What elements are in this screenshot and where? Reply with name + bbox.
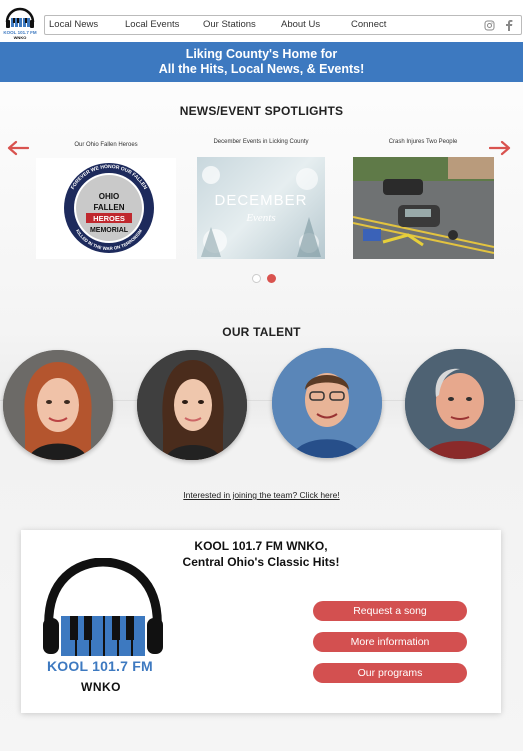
station-title-line-1: KOOL 101.7 FM WNKO, bbox=[194, 539, 328, 553]
facebook-icon[interactable] bbox=[503, 18, 515, 32]
spotlight-card-december-events[interactable]: DECEMBER Events bbox=[197, 157, 325, 259]
nav-local-news[interactable]: Local News bbox=[49, 19, 98, 30]
badge-fallen: FALLEN bbox=[93, 203, 124, 212]
spotlight-card-crash[interactable] bbox=[353, 157, 494, 259]
join-team-link[interactable]: Interested in joining the team? Click he… bbox=[0, 490, 523, 500]
talent-photo-4[interactable] bbox=[405, 349, 515, 459]
nav-our-stations[interactable]: Our Stations bbox=[203, 19, 256, 30]
main-nav: Local News Local Events Our Stations Abo… bbox=[44, 15, 522, 35]
spotlight-caption-3: Crash Injures Two People bbox=[388, 139, 458, 145]
headphones-piano-logo-icon bbox=[43, 558, 163, 656]
talent-photo-3[interactable] bbox=[272, 348, 382, 458]
talent-photo-1[interactable] bbox=[3, 350, 113, 460]
site-header: KOOL 101.7 FM WNKO Local News Local Even… bbox=[0, 0, 523, 42]
carousel-dots bbox=[252, 274, 276, 283]
december-image-title: DECEMBER bbox=[214, 192, 307, 209]
request-song-button[interactable]: Request a song bbox=[313, 601, 467, 621]
badge-ohio: OHIO bbox=[99, 192, 119, 201]
station-logo[interactable]: KOOL 101.7 FM WNKO bbox=[3, 5, 37, 41]
badge-memorial: MEMORIAL bbox=[90, 227, 129, 234]
banner-line-2: All the Hits, Local News, & Events! bbox=[158, 62, 365, 76]
carousel-prev-arrow-icon[interactable] bbox=[7, 139, 30, 162]
spotlight-caption-2: December Events in Licking County bbox=[213, 139, 309, 145]
carousel-dot-1[interactable] bbox=[252, 274, 261, 283]
talent-title: OUR TALENT bbox=[222, 325, 301, 339]
spotlights-title: NEWS/EVENT SPOTLIGHTS bbox=[179, 104, 344, 118]
station-brand-name: KOOL 101.7 FM bbox=[47, 658, 153, 674]
more-information-button[interactable]: More information bbox=[313, 632, 467, 652]
hero-banner: Liking County's Home for All the Hits, L… bbox=[0, 42, 523, 82]
spotlight-card-fallen-heroes[interactable]: OHIO FALLEN HEROES MEMORIAL FOREVER WE H… bbox=[36, 158, 176, 259]
nav-about-us[interactable]: About Us bbox=[281, 19, 320, 30]
our-programs-button[interactable]: Our programs bbox=[313, 663, 467, 683]
carousel-dot-2[interactable] bbox=[267, 274, 276, 283]
instagram-icon[interactable] bbox=[483, 18, 495, 32]
december-image-sub: Events bbox=[245, 212, 275, 224]
social-links bbox=[483, 18, 515, 32]
banner-line-1: Liking County's Home for bbox=[185, 47, 338, 61]
station-brand-callsign: WNKO bbox=[81, 680, 121, 694]
logo-sub: WNKO bbox=[14, 35, 27, 40]
badge-heroes: HEROES bbox=[93, 214, 125, 223]
nav-local-events[interactable]: Local Events bbox=[125, 19, 179, 30]
talent-photo-2[interactable] bbox=[137, 350, 247, 460]
nav-connect[interactable]: Connect bbox=[351, 19, 386, 30]
station-card: KOOL 101.7 FM WNKO, Central Ohio's Class… bbox=[21, 530, 501, 713]
spotlight-caption-1: Our Ohio Fallen Heroes bbox=[74, 142, 138, 148]
